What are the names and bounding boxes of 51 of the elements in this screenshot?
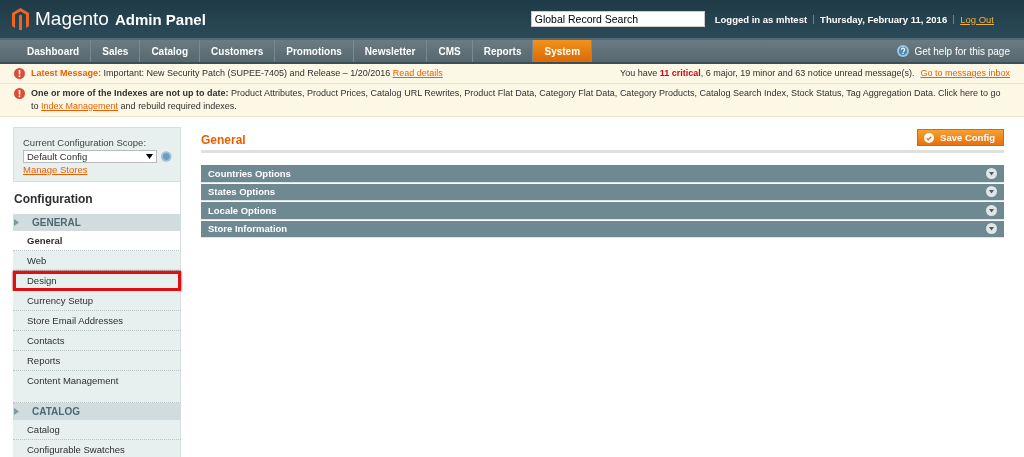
message-link[interactable]: Index Management	[41, 101, 119, 111]
check-icon	[924, 132, 935, 143]
sidebar-item[interactable]: General	[13, 231, 181, 251]
nav-tab[interactable]: Sales	[91, 40, 141, 62]
nav-tab[interactable]: CMS	[427, 40, 473, 62]
logo-icon	[12, 8, 29, 30]
user-label: Logged in as mhtest	[714, 13, 808, 25]
sidebar-item[interactable]: Content Management	[13, 371, 181, 403]
nav-tab[interactable]: Newsletter	[353, 40, 428, 62]
nav-tab[interactable]: System	[533, 40, 593, 62]
message-link[interactable]: Read details	[392, 68, 443, 78]
scope-select[interactable]: Default Config	[23, 150, 158, 163]
fieldset-header[interactable]: Locale Options	[201, 202, 1004, 220]
error-icon	[14, 68, 25, 79]
sidebar-item[interactable]: Contacts	[13, 331, 181, 351]
logout-link[interactable]: Log Out	[960, 13, 994, 25]
sidebar-item[interactable]: Design	[13, 271, 181, 291]
message-summary: You have 11 critical, 6 major, 19 minor and 63 notice unread message(s).	[620, 67, 915, 80]
caret-icon	[146, 154, 154, 159]
app-title: Admin Panel	[114, 10, 206, 28]
section-heading[interactable]: CATALOG	[13, 403, 181, 420]
fieldset-header[interactable]: Store Information	[201, 220, 1004, 238]
page-title: General	[201, 132, 246, 147]
section-heading[interactable]: GENERAL	[13, 214, 181, 231]
sidebar-item[interactable]: Catalog	[13, 420, 181, 440]
help-icon	[161, 151, 172, 162]
error-icon	[14, 88, 25, 99]
sidebar-item[interactable]: Currency Setup	[13, 291, 181, 311]
manage-stores-link[interactable]: Manage Stores	[23, 164, 88, 175]
help-link[interactable]: Get help for this page	[914, 45, 1010, 57]
fieldset-header[interactable]: Countries Options	[201, 165, 1004, 183]
logo-text: Magento	[35, 8, 109, 30]
triangle-icon	[14, 219, 19, 226]
nav-tab[interactable]: Dashboard	[16, 40, 92, 62]
sidebar-item[interactable]: Store Email Addresses	[13, 311, 181, 331]
help-icon	[897, 45, 910, 57]
date-label: Thursday, February 11, 2016	[820, 13, 948, 25]
message-text: One or more of the Indexes are not up to date: Product Attributes, Product Prices, Catalog URL Rewrites, Product Flat Data, Category Flat Data, Category Products, Catalog Search Index, Stock Status, Tag Aggregation Data. Click here to go to Index Management and rebuild required indexes.	[31, 87, 1002, 113]
inbox-link[interactable]: Go to messages inbox	[920, 67, 1010, 80]
scope-label: Current Configuration Scope:	[23, 137, 148, 148]
triangle-icon	[14, 408, 19, 415]
sidebar-item[interactable]: Configurable Swatches	[13, 440, 181, 457]
nav-tab[interactable]: Catalog	[140, 40, 201, 62]
sidebar-item[interactable]: Reports	[13, 351, 181, 371]
nav-tab[interactable]: Promotions	[275, 40, 354, 62]
search-field[interactable]: Global Record Search	[530, 11, 705, 27]
sidebar-item[interactable]: Web	[13, 251, 181, 271]
nav-tab[interactable]: Customers	[200, 40, 276, 62]
save-button[interactable]: Save Config	[917, 129, 1004, 146]
fieldset-header[interactable]: States Options	[201, 183, 1004, 201]
message-text: Latest Message: Important: New Security Patch (SUPEE-7405) and Release – 1/20/2016 Read details	[31, 67, 444, 80]
